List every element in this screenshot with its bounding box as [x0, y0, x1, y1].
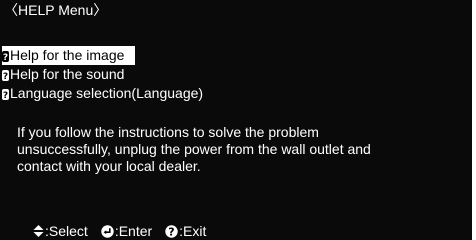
- exit-key-hint: ? :Exit: [165, 223, 206, 240]
- svg-text:?: ?: [3, 53, 8, 62]
- svg-text:?: ?: [168, 225, 174, 238]
- menu-item-language[interactable]: ? Language selection(Language): [2, 84, 206, 103]
- help-icon: ?: [2, 88, 9, 100]
- select-label: :Select: [45, 222, 88, 239]
- menu-title: 〈HELP Menu〉: [4, 2, 108, 18]
- message-line: contact with your local dealer.: [17, 158, 201, 174]
- message-line: unsuccessfully, unplug the power from th…: [17, 141, 371, 157]
- svg-text:?: ?: [3, 72, 8, 81]
- menu-item-label: Help for the image: [10, 47, 125, 63]
- menu-item-label: Help for the sound: [10, 66, 125, 82]
- select-key-hint: :Select: [33, 223, 88, 240]
- enter-key-hint: :Enter: [101, 223, 152, 240]
- help-menu-list: ? Help for the image ? Help for the soun…: [2, 46, 206, 103]
- key-guide: :Select :Enter ? :Exit: [33, 222, 219, 240]
- help-icon: ?: [2, 69, 9, 81]
- help-icon: ?: [2, 50, 9, 62]
- message-line: If you follow the instructions to solve …: [17, 124, 319, 140]
- enter-label: :Enter: [114, 222, 153, 239]
- up-down-arrow-icon: [33, 225, 44, 237]
- menu-item-help-sound[interactable]: ? Help for the sound: [2, 65, 206, 84]
- help-menu-screen: 〈HELP Menu〉 ? Help for the image ? Help …: [0, 0, 472, 240]
- svg-text:?: ?: [3, 91, 8, 100]
- exit-label: :Exit: [179, 222, 207, 239]
- help-message: If you follow the instructions to solve …: [17, 124, 457, 175]
- help-icon: ?: [165, 224, 178, 238]
- menu-item-help-image[interactable]: ? Help for the image: [2, 46, 135, 65]
- enter-icon: [101, 224, 114, 238]
- menu-item-label: Language selection(Language): [10, 85, 204, 101]
